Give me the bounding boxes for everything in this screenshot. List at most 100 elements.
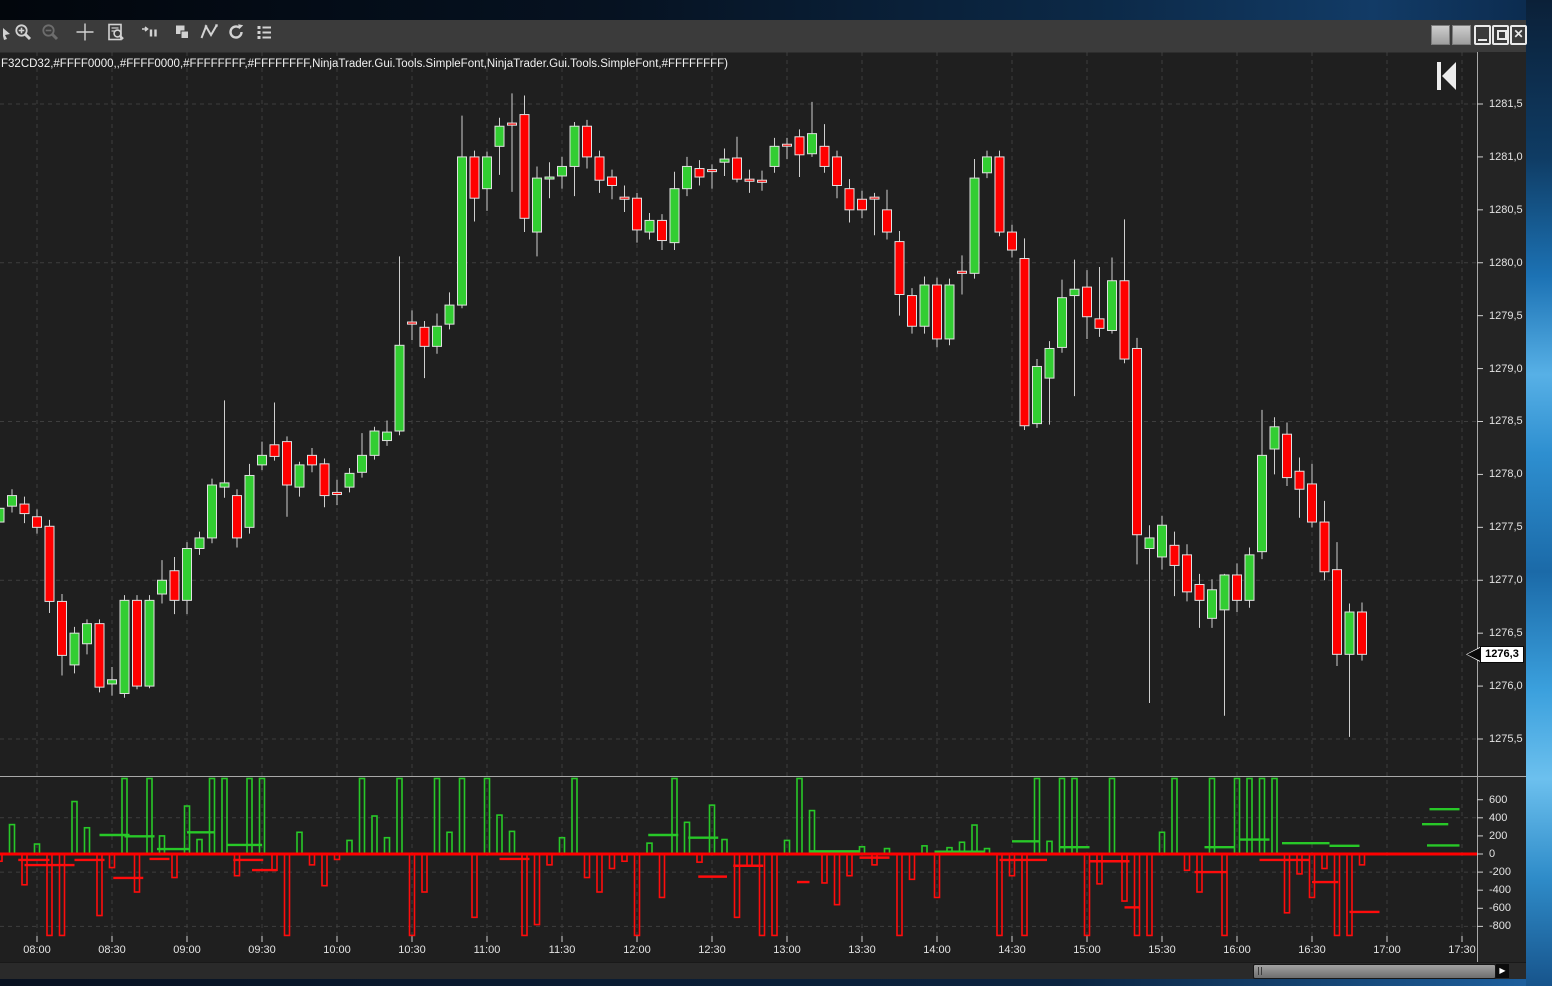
candle-body [1307, 483, 1317, 523]
candle-body [932, 284, 942, 340]
delta-bar [433, 777, 441, 855]
time-tick-label: 11:30 [548, 944, 576, 956]
scrollbar-grip [1258, 967, 1259, 975]
price-tick-label: 1280,5 [1489, 203, 1523, 216]
candle-body [1144, 537, 1155, 549]
candle-body [982, 156, 992, 174]
delta-bar [658, 853, 666, 899]
candle-body [894, 241, 905, 295]
price-tick-label: 1277,0 [1489, 574, 1523, 587]
delta-bar [921, 845, 928, 855]
price-tick-label: 1280,0 [1489, 256, 1523, 269]
candle-body [1119, 280, 1130, 360]
candle-body [519, 114, 530, 219]
candle-body [82, 623, 92, 645]
candle-body [157, 579, 167, 595]
candle-body [757, 179, 767, 183]
axis-border-line [1477, 52, 1478, 962]
last-price-marker: 1276,3 [1466, 645, 1526, 663]
chart-inspector-icon[interactable] [106, 22, 132, 48]
candle-body [1069, 288, 1080, 297]
delta-bar [46, 853, 53, 937]
scrollbar-right-arrow[interactable]: ▶ [1496, 964, 1509, 978]
delta-bar [508, 830, 516, 855]
delta-tick-label: 200 [1489, 829, 1508, 842]
delta-bar [596, 853, 603, 893]
close-button[interactable]: ✕ [1510, 25, 1527, 45]
pointer-icon-clipped[interactable] [0, 22, 17, 48]
delta-bar [996, 853, 1003, 937]
delta-bar [621, 853, 628, 863]
restore-button[interactable] [1492, 25, 1509, 45]
titlebar-button-1-button[interactable] [1431, 25, 1450, 45]
candle-body [969, 177, 980, 274]
zoom-out-icon[interactable] [40, 22, 66, 48]
candle-body [719, 158, 730, 163]
delta-bar [908, 853, 916, 881]
delta-bar [771, 853, 778, 937]
candle-body [532, 177, 542, 233]
candle-body [94, 623, 105, 688]
candle-body [394, 344, 405, 432]
candle-body [407, 321, 417, 325]
delta-bar [546, 853, 553, 866]
time-tick-label: 09:00 [173, 944, 201, 956]
delta-bar [1208, 777, 1216, 855]
candle-body [907, 295, 917, 327]
drawing-tools-icon[interactable] [199, 22, 225, 48]
candle-body [582, 125, 592, 158]
price-tick-label: 1277,5 [1489, 521, 1523, 534]
chart-toolbar: ✕ [0, 20, 1527, 53]
time-tick-label: 15:00 [1073, 944, 1101, 956]
delta-bar [1183, 853, 1191, 872]
windows-cascade-icon[interactable] [172, 22, 198, 48]
delta-bar [1171, 777, 1178, 855]
candle-body [444, 304, 455, 325]
candle-body [869, 196, 880, 200]
candle-body [1044, 347, 1055, 379]
candle-body [807, 133, 817, 155]
titlebar-button-2-button[interactable] [1452, 25, 1471, 45]
go-to-end-icon[interactable] [1436, 62, 1458, 90]
candle-body [794, 136, 805, 156]
panel-separator[interactable] [0, 776, 1526, 777]
delta-bar [283, 853, 291, 937]
candle-body [1007, 231, 1017, 251]
delta-bar [608, 853, 616, 870]
chart-canvas[interactable] [0, 0, 1552, 986]
close-icon: ✕ [1513, 27, 1524, 41]
price-axis-strip[interactable] [1477, 52, 1526, 962]
delta-bar [1008, 853, 1016, 877]
scrollbar-thumb[interactable] [1253, 964, 1496, 979]
ninjatrader-chart-window: ✕ F32CD32,#FFFF0000,,#FFFF0000,#FFFFFFFF… [0, 0, 1552, 986]
delta-bar [808, 809, 816, 855]
candle-body [1082, 286, 1092, 318]
horizontal-scrollbar[interactable]: ▶ [0, 962, 1526, 979]
delta-bar [196, 838, 203, 855]
time-tick-label: 15:30 [1148, 944, 1176, 956]
price-tick-label: 1279,0 [1489, 362, 1523, 375]
delta-bar [1096, 853, 1103, 885]
delta-bar [896, 853, 903, 937]
candle-body [344, 472, 355, 488]
delta-bar [1333, 853, 1341, 937]
candle-body [1169, 544, 1180, 566]
delta-bar [633, 853, 641, 937]
delta-bar [308, 853, 316, 866]
delta-bar [358, 777, 366, 855]
data-series-icon[interactable] [254, 22, 280, 48]
delta-bar [446, 831, 453, 855]
delta-bar [521, 853, 528, 937]
reload-icon[interactable] [226, 22, 252, 48]
minimize-button[interactable] [1474, 25, 1491, 45]
desktop-wallpaper-bottom [0, 978, 1526, 986]
candle-body [507, 122, 517, 126]
bar-period-icon[interactable] [139, 22, 165, 48]
minimize-icon [1478, 38, 1487, 41]
crosshair-icon[interactable] [75, 22, 101, 48]
candle-body [557, 165, 567, 177]
price-tick-label: 1281,5 [1489, 98, 1523, 110]
candle-body [994, 156, 1005, 233]
candle-body [19, 503, 30, 515]
delta-bar [146, 777, 153, 855]
